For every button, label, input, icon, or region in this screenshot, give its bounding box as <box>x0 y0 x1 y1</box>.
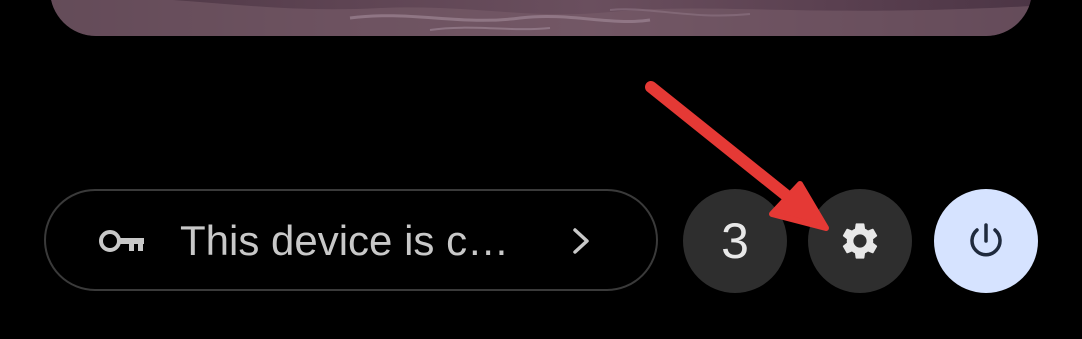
notification-count: 3 <box>721 213 749 269</box>
notification-counter-button[interactable]: 3 <box>683 189 787 293</box>
settings-button[interactable] <box>808 189 912 293</box>
quick-settings-bottom: This device is c… 3 <box>0 0 1082 339</box>
managed-device-label: This device is c… <box>180 217 510 264</box>
key-icon <box>99 230 144 252</box>
power-button[interactable] <box>934 189 1038 293</box>
chevron-right-icon <box>573 228 589 254</box>
power-icon <box>970 223 1002 257</box>
gear-icon <box>842 223 878 259</box>
wallpaper-preview <box>50 0 1032 36</box>
